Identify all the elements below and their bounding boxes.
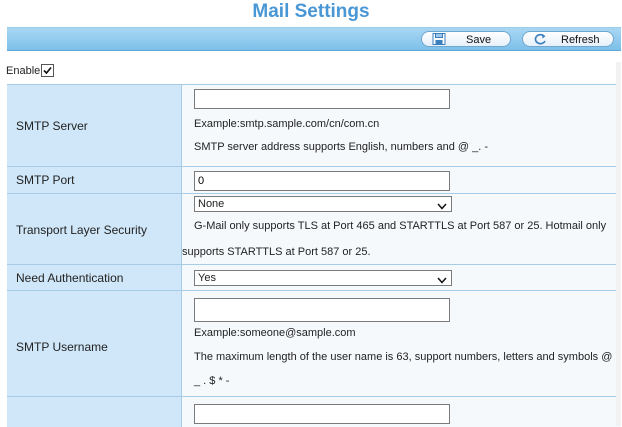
smtp-username-hint-line1: The maximum length of the user name is 6…: [194, 351, 613, 363]
refresh-button[interactable]: Refresh: [522, 31, 614, 47]
smtp-username-input[interactable]: [194, 298, 450, 322]
row-smtp-port: SMTP Port: [7, 167, 621, 194]
save-label: Save: [466, 34, 492, 46]
chevron-down-icon: [437, 200, 447, 214]
smtp-username-hint-line2: _ . $ * -: [194, 375, 230, 387]
enable-checkbox[interactable]: [41, 64, 55, 77]
tls-selected-value: None: [198, 198, 225, 210]
smtp-username-label: SMTP Username: [16, 340, 108, 354]
smtp-server-input[interactable]: [194, 89, 450, 109]
smtp-port-input[interactable]: [194, 171, 450, 191]
save-button[interactable]: Save: [421, 31, 511, 47]
smtp-username-example: Example:someone@sample.com: [194, 327, 356, 339]
refresh-label: Refresh: [561, 34, 600, 46]
smtp-server-hint: SMTP server address supports English, nu…: [194, 141, 489, 153]
tls-hint-line2: supports STARTTLS at Port 587 or 25.: [182, 246, 371, 258]
vertical-scrollbar[interactable]: [616, 62, 621, 426]
tls-select[interactable]: None: [194, 196, 452, 212]
row-tls: Transport Layer Security None G-Mail onl…: [7, 194, 621, 265]
next-field-input[interactable]: [194, 404, 450, 424]
row-smtp-username: SMTP Username Example:someone@sample.com…: [7, 291, 621, 397]
need-auth-select[interactable]: Yes: [194, 270, 452, 286]
enable-label: Enable: [6, 65, 41, 77]
enable-row: Enable: [6, 64, 55, 80]
row-next-field: [7, 397, 621, 427]
smtp-port-label: SMTP Port: [16, 173, 75, 187]
row-need-auth: Need Authentication Yes: [7, 265, 621, 291]
page-title: Mail Settings: [252, 1, 370, 22]
need-auth-label: Need Authentication: [16, 271, 124, 285]
row-smtp-server: SMTP Server Example:smtp.sample.com/cn/c…: [7, 85, 621, 167]
checkmark-icon: [43, 66, 52, 75]
floppy-disk-icon: [431, 33, 449, 45]
mail-settings-form: SMTP Server Example:smtp.sample.com/cn/c…: [7, 84, 621, 427]
need-auth-selected-value: Yes: [198, 272, 216, 284]
toolbar: Save Refresh: [7, 27, 621, 51]
tls-hint-line1: G-Mail only supports TLS at Port 465 and…: [194, 220, 607, 232]
chevron-down-icon: [437, 274, 447, 288]
smtp-server-example: Example:smtp.sample.com/cn/com.cn: [194, 118, 380, 130]
tls-label: Transport Layer Security: [16, 223, 147, 237]
smtp-server-label: SMTP Server: [16, 119, 88, 133]
refresh-arrow-icon: [532, 33, 550, 45]
